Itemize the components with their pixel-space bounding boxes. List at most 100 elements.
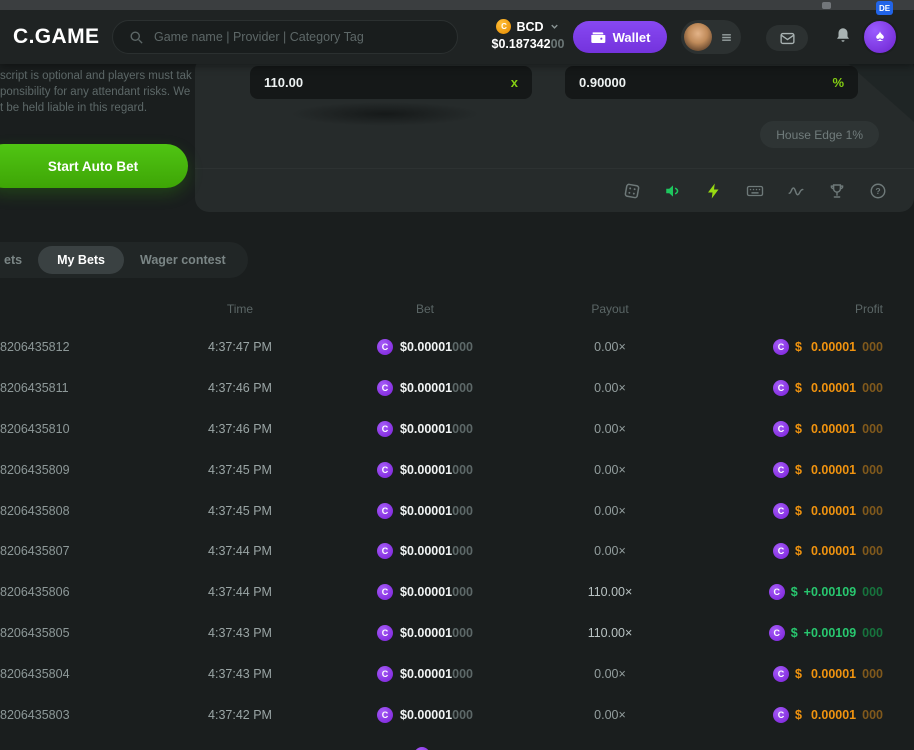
bet-row[interactable]: 8206435809 4:37:45 PM $0.00001000 0.00× … xyxy=(0,449,914,490)
game-art-shadow xyxy=(290,102,480,126)
bet-profit: $0.00001000 xyxy=(700,421,914,437)
multiplier-suffix: x xyxy=(511,75,518,90)
deepl-extension-icon[interactable]: DE xyxy=(876,1,893,15)
wallet-label: Wallet xyxy=(613,30,651,45)
bcd-coin-icon xyxy=(377,462,393,478)
bet-amount: $0.00001000 xyxy=(330,380,520,396)
bet-row[interactable]: 8206435810 4:37:46 PM $0.00001000 0.00× … xyxy=(0,409,914,450)
inbox-button[interactable] xyxy=(766,25,808,51)
bcd-coin-icon xyxy=(377,625,393,641)
bet-row[interactable]: 8206435812 4:37:47 PM $0.00001000 0.00× … xyxy=(0,327,914,368)
start-auto-bet-button[interactable]: Start Auto Bet xyxy=(0,144,188,188)
win-chance-input[interactable]: 0.90000 % xyxy=(565,66,858,99)
user-menu[interactable] xyxy=(681,20,741,54)
currency-selector[interactable]: BCD $0.18734200 xyxy=(478,19,578,51)
bet-amount: $0.00001000 xyxy=(330,625,520,641)
search-icon xyxy=(129,30,144,45)
column-header-time: Time xyxy=(150,302,330,316)
payout-value: 110.00 xyxy=(264,75,303,90)
bet-profit: $0.00001000 xyxy=(700,462,914,478)
percent-suffix: % xyxy=(832,75,844,90)
bet-id: 8206435809 xyxy=(0,463,150,477)
bet-row[interactable]: 8206435808 4:37:45 PM $0.00001000 0.00× … xyxy=(0,490,914,531)
bet-amount: $0.00001000 xyxy=(330,339,520,355)
bet-id: 8206435812 xyxy=(0,340,150,354)
turbo-bolt-icon[interactable] xyxy=(705,182,723,200)
bet-profit: $+0.00109000 xyxy=(700,625,914,641)
hotkeys-keyboard-icon[interactable] xyxy=(746,182,764,200)
game-panel: 110.00 x 0.90000 % House Edge 1% xyxy=(195,56,914,212)
bet-amount: $0.00001000 xyxy=(330,503,520,519)
column-header-bet: Bet xyxy=(330,302,520,316)
bet-time: 4:37:45 PM xyxy=(150,504,330,518)
bcd-coin-icon xyxy=(377,339,393,355)
browser-strip xyxy=(0,0,914,10)
bcd-coin-icon xyxy=(773,339,789,355)
browser-extension-icon[interactable] xyxy=(822,2,831,9)
currency-code: BCD xyxy=(516,20,543,34)
bet-payout: 0.00× xyxy=(520,544,700,558)
my-bets-table: Time Bet Payout Profit 8206435812 4:37:4… xyxy=(0,291,914,750)
tournament-trophy-icon[interactable] xyxy=(828,182,846,200)
sidebar: script is optional and players must take… xyxy=(0,64,192,116)
bcd-coin-icon xyxy=(377,543,393,559)
avatar xyxy=(684,23,712,51)
envelope-icon xyxy=(779,30,796,47)
win-chance-value: 0.90000 xyxy=(579,75,626,90)
bcd-coin-icon xyxy=(377,503,393,519)
bet-row[interactable]: 8206435806 4:37:44 PM $0.00001000 110.00… xyxy=(0,572,914,613)
tab-all-bets[interactable]: ets xyxy=(0,246,36,274)
bet-amount: $0.00001000 xyxy=(330,462,520,478)
bet-row[interactable]: 8206435807 4:37:44 PM $0.00001000 0.00× … xyxy=(0,531,914,572)
wallet-icon xyxy=(590,29,606,45)
bet-amount: $0.00001000 xyxy=(330,543,520,559)
logo[interactable]: C.GAME xyxy=(13,25,99,49)
bet-row[interactable]: 8206435804 4:37:43 PM $0.00001000 0.00× … xyxy=(0,653,914,694)
bet-amount: $0.00001000 xyxy=(330,584,520,600)
svg-text:?: ? xyxy=(875,186,880,196)
bet-row[interactable]: 8206435803 4:37:42 PM $0.00001000 0.00× … xyxy=(0,694,914,735)
bet-payout: 110.00× xyxy=(520,585,700,599)
bet-id: 8206435803 xyxy=(0,708,150,722)
currency-balance: $0.18734200 xyxy=(478,37,578,51)
payout-input[interactable]: 110.00 x xyxy=(250,66,532,99)
bet-time: 4:37:42 PM xyxy=(150,708,330,722)
help-icon[interactable]: ? xyxy=(869,182,887,200)
bet-time: 4:37:47 PM xyxy=(150,340,330,354)
wallet-button[interactable]: Wallet xyxy=(573,21,667,53)
search-input[interactable]: Game name | Provider | Category Tag xyxy=(112,20,458,54)
bcd-coin-icon xyxy=(773,421,789,437)
fairness-dice-icon[interactable] xyxy=(623,182,641,200)
bet-payout: 0.00× xyxy=(520,504,700,518)
bcd-coin-icon xyxy=(773,666,789,682)
column-header-payout: Payout xyxy=(520,302,700,316)
casino-mode-toggle[interactable]: ♠ xyxy=(862,19,898,55)
chevron-down-icon xyxy=(549,21,560,32)
bet-profit: $+0.00109000 xyxy=(700,584,914,600)
bet-payout: 0.00× xyxy=(520,667,700,681)
search-placeholder: Game name | Provider | Category Tag xyxy=(154,30,364,44)
bet-id: 8206435804 xyxy=(0,667,150,681)
bet-row[interactable] xyxy=(0,735,914,750)
bet-profit: $0.00001000 xyxy=(700,666,914,682)
table-header-row: Time Bet Payout Profit xyxy=(0,291,914,327)
bet-row[interactable]: 8206435811 4:37:46 PM $0.00001000 0.00× … xyxy=(0,368,914,409)
live-stats-icon[interactable] xyxy=(787,182,805,200)
bet-id: 8206435810 xyxy=(0,422,150,436)
bcd-coin-icon xyxy=(377,584,393,600)
bet-payout: 110.00× xyxy=(520,626,700,640)
bet-row[interactable]: 8206435805 4:37:43 PM $0.00001000 110.00… xyxy=(0,613,914,654)
bcd-coin-icon xyxy=(773,462,789,478)
bcd-coin-icon xyxy=(769,584,785,600)
bet-id: 8206435808 xyxy=(0,504,150,518)
bet-time: 4:37:43 PM xyxy=(150,626,330,640)
tab-wager-contest[interactable]: Wager contest xyxy=(126,246,240,274)
tab-my-bets[interactable]: My Bets xyxy=(38,246,124,274)
bet-payout: 0.00× xyxy=(520,381,700,395)
sound-icon[interactable] xyxy=(664,182,682,200)
notifications-button[interactable] xyxy=(834,26,852,49)
game-toolbar: ? xyxy=(195,168,914,212)
bet-amount: $0.00001000 xyxy=(330,666,520,682)
bet-payout: 0.00× xyxy=(520,708,700,722)
bet-id: 8206435806 xyxy=(0,585,150,599)
